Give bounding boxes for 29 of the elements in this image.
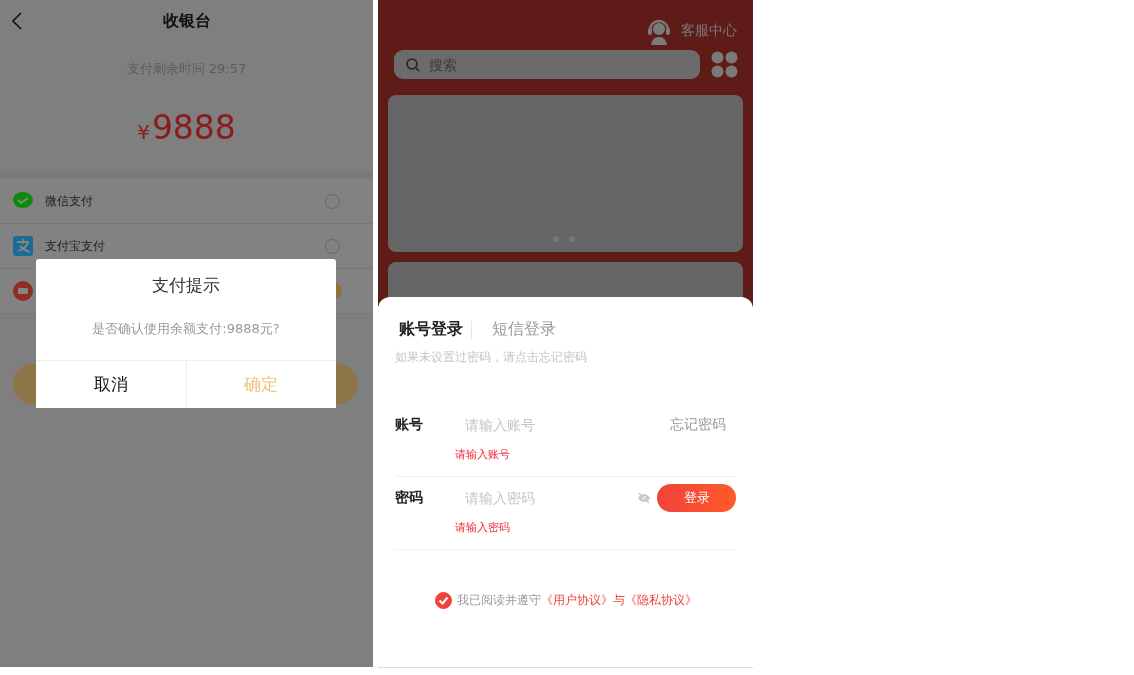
payment-method-label: 微信支付 <box>45 192 93 210</box>
error-text: 请输入密码 <box>455 520 511 535</box>
login-tab[interactable]: 短信登录 <box>488 319 560 340</box>
user-agreement-link[interactable]: 《用户协议》 <box>540 593 613 607</box>
balance-icon <box>13 281 33 301</box>
field-label: 密码 <box>395 489 424 507</box>
amount-text: 9888 <box>151 108 236 147</box>
dialog-title: 支付提示 <box>152 274 220 297</box>
agreement-text: 我已阅读并遵守《用户协议》与《隐私协议》 <box>456 592 697 609</box>
forgot-password-link[interactable]: 忘记密码 <box>670 416 736 434</box>
chat-bubble-icon <box>13 192 33 210</box>
privacy-agreement-link[interactable]: 《隐私协议》 <box>624 593 697 607</box>
payment-method-row[interactable]: 微信支付 <box>0 179 373 224</box>
login-button[interactable]: 登录 <box>657 484 736 512</box>
currency-symbol: ¥ <box>137 120 150 144</box>
page-title: 收银台 <box>162 10 211 32</box>
field-label: 账号 <box>395 416 424 434</box>
wallet-app-icon <box>13 236 33 256</box>
customer-service-link[interactable]: 客服中心 <box>681 22 737 40</box>
eye-slash-icon[interactable] <box>637 492 651 504</box>
login-tab[interactable]: 账号登录 <box>395 319 467 340</box>
headset-icon[interactable] <box>645 17 673 45</box>
checkbox[interactable] <box>434 592 452 609</box>
payment-method-label: 支付宝支付 <box>45 237 105 255</box>
search-icon <box>406 57 420 72</box>
grid-icon[interactable] <box>711 51 738 78</box>
error-text: 请输入账号 <box>455 447 511 462</box>
dialog-message: 是否确认使用余额支付:9888元? <box>92 320 280 338</box>
back-icon[interactable] <box>12 12 22 30</box>
